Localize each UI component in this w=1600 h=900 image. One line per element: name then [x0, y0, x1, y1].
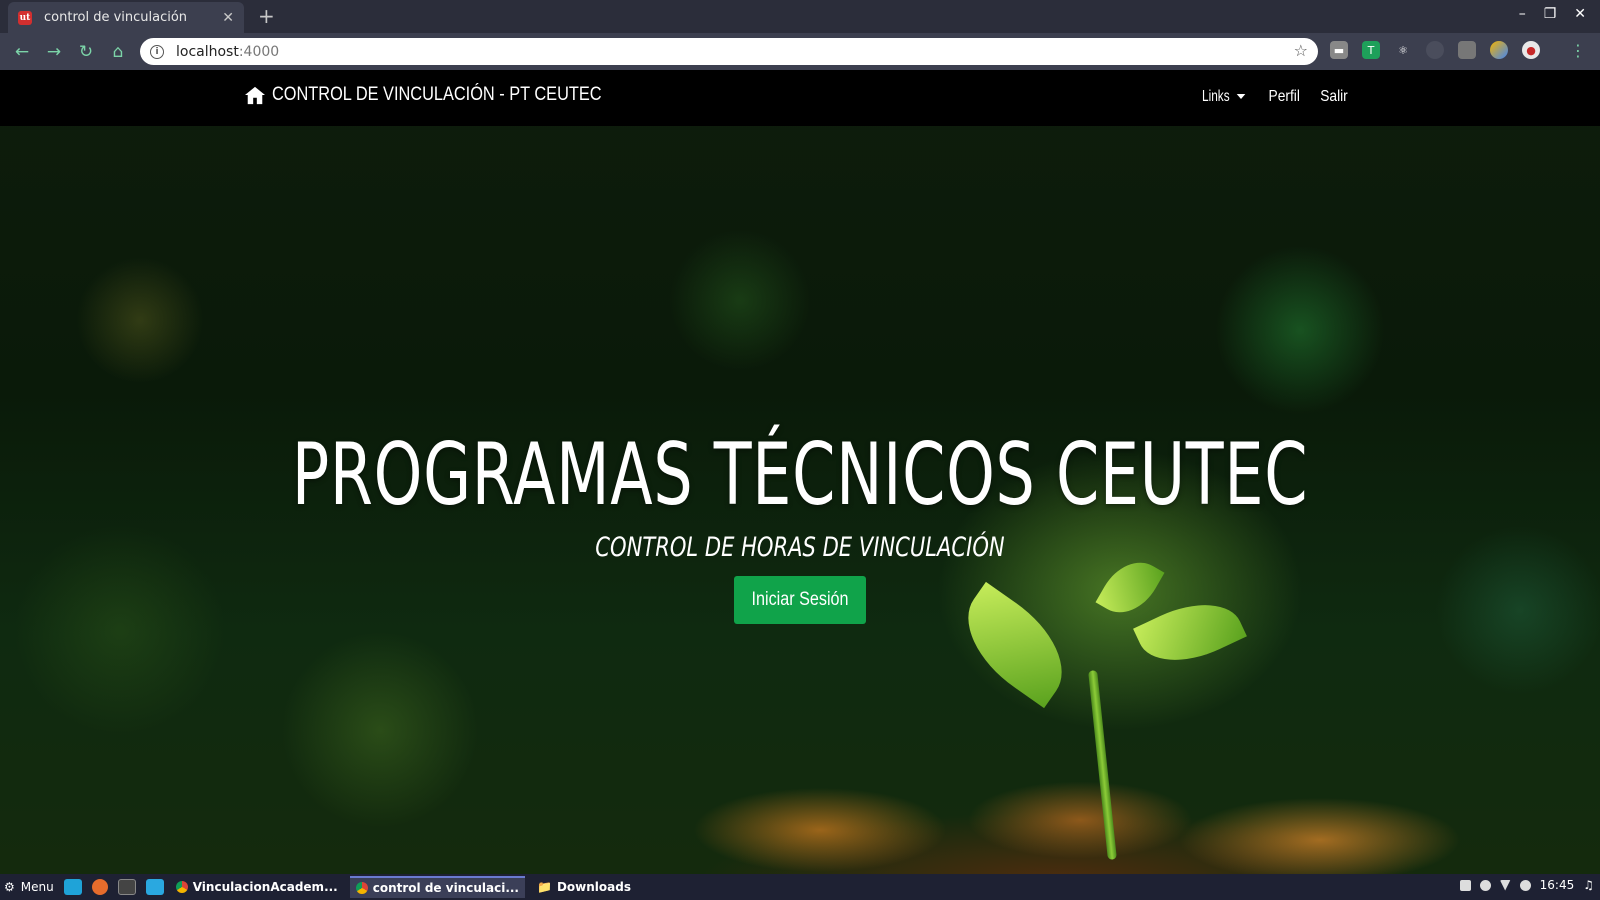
minimize-icon[interactable]: –	[1519, 6, 1526, 22]
tab-favicon-icon: ut	[18, 10, 32, 25]
dark-extension-icon[interactable]	[1426, 41, 1444, 59]
sprout-leaf-image	[1133, 586, 1247, 679]
hero-section: CONTROL DE VINCULACIÓN - PT CEUTEC Links…	[0, 70, 1600, 874]
site-navbar: CONTROL DE VINCULACIÓN - PT CEUTEC Links…	[0, 70, 1600, 126]
home-icon[interactable]: ⌂	[102, 42, 134, 62]
clock[interactable]: 16:45	[1540, 878, 1575, 892]
login-button[interactable]: Iniciar Sesión	[734, 576, 866, 624]
hero-title: PROGRAMAS TÉCNICOS CEUTEC	[291, 425, 1309, 525]
gray-extension-icon[interactable]	[1458, 41, 1476, 59]
browser-tab-bar: ut control de vinculación ✕ + – ❐ ✕	[0, 0, 1600, 33]
firefox-icon[interactable]	[91, 879, 108, 895]
react-extension-icon[interactable]: ⚛	[1394, 41, 1412, 59]
nav-links-dropdown[interactable]: Links	[1200, 88, 1246, 106]
chat-extension-icon[interactable]: ▬	[1330, 41, 1348, 59]
info-icon[interactable]: i	[150, 44, 164, 59]
sprout-leaf-image	[945, 581, 1085, 709]
terminal-icon[interactable]	[117, 879, 136, 895]
nav-salir[interactable]: Salir	[1320, 88, 1348, 106]
forward-icon[interactable]: →	[38, 42, 70, 62]
new-tab-icon[interactable]: +	[258, 4, 275, 28]
caret-down-icon	[1237, 94, 1246, 100]
browser-tab-active[interactable]: ut control de vinculación ✕	[8, 2, 244, 33]
hero-subtitle: CONTROL DE HORAS DE VINCULACIÓN	[595, 532, 1005, 563]
taskbar-task[interactable]: 📁 Downloads	[531, 876, 637, 898]
browser-toolbar: ← → ↻ ⌂ i localhost:4000 ☆ ▬ T ⚛ ● ⋮	[0, 33, 1600, 70]
soil-image	[560, 760, 1560, 874]
browser-menu-icon[interactable]: ⋮	[1570, 41, 1586, 60]
chrome-icon	[355, 882, 368, 894]
window-controls: – ❐ ✕	[1519, 6, 1586, 22]
taskbar-task-active[interactable]: control de vinculaci...	[349, 876, 525, 898]
restore-icon[interactable]: ❐	[1544, 6, 1557, 22]
menu-label: Menu	[20, 880, 54, 894]
tab-title: control de vinculación	[44, 10, 188, 25]
close-window-icon[interactable]: ✕	[1574, 6, 1586, 22]
settings-icon[interactable]	[1519, 879, 1531, 891]
tab-close-icon[interactable]: ✕	[222, 10, 234, 26]
taskbar-task[interactable]: VinculacionAcadem...	[170, 876, 344, 898]
navbar-brand[interactable]: CONTROL DE VINCULACIÓN - PT CEUTEC	[244, 84, 655, 106]
os-taskbar: ⚙ Menu VinculacionAcadem... control de v…	[0, 874, 1600, 900]
user-icon[interactable]	[1479, 879, 1491, 891]
back-icon[interactable]: ←	[6, 42, 38, 62]
extension-icons: ▬ T ⚛ ●	[1330, 41, 1540, 59]
gear-icon: ⚙	[4, 880, 15, 894]
nav-perfil[interactable]: Perfil	[1268, 88, 1299, 106]
wifi-icon[interactable]	[1499, 879, 1511, 891]
color-extension-icon[interactable]	[1490, 41, 1508, 59]
chrome-icon	[175, 881, 188, 893]
files-icon[interactable]	[145, 879, 164, 895]
clipboard-icon[interactable]	[1459, 879, 1471, 891]
music-icon[interactable]: ♫	[1583, 878, 1594, 892]
start-menu-button[interactable]: ⚙ Menu	[4, 880, 54, 894]
profile-avatar-icon[interactable]: ●	[1522, 41, 1540, 59]
system-tray: 16:45 ♫	[1459, 878, 1594, 892]
bookmark-star-icon[interactable]: ☆	[1294, 41, 1308, 60]
folder-icon: 📁	[537, 880, 552, 894]
url-host: localhost	[176, 43, 239, 60]
t-extension-icon[interactable]: T	[1362, 41, 1380, 59]
address-bar[interactable]: i localhost:4000 ☆	[140, 38, 1318, 65]
brand-text: CONTROL DE VINCULACIÓN - PT CEUTEC	[272, 84, 602, 105]
house-icon	[245, 86, 265, 105]
url-port: :4000	[238, 43, 280, 60]
desktop-icon[interactable]	[63, 879, 82, 895]
nav-links: Links Perfil Salir	[1196, 88, 1350, 106]
reload-icon[interactable]: ↻	[70, 42, 102, 62]
